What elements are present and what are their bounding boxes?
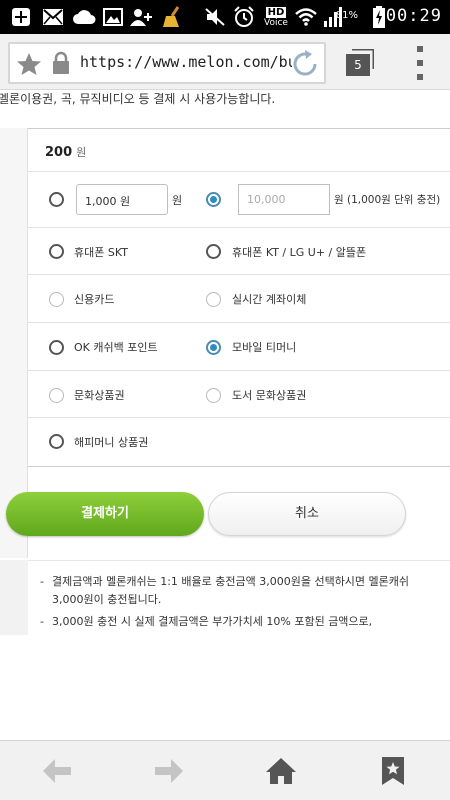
custom-amount-input[interactable]: 1,000 원 — [76, 184, 168, 215]
method-row: 휴대폰 SKT 휴대폰 KT / LG U+ / 알뜰폰 — [28, 228, 450, 275]
bullet: - — [40, 615, 44, 628]
add-user-icon — [130, 6, 154, 28]
cloud-icon — [72, 6, 96, 28]
hd-label: HD — [265, 6, 287, 18]
bookmarks-icon[interactable] — [376, 755, 410, 787]
method-label-book-voucher[interactable]: 도서 문화상품권 — [232, 387, 306, 403]
amount-value: 200 — [45, 145, 73, 160]
charge-amount-row: 1,000 원 원 10,000 원 (1,000원 단위 충전) — [28, 172, 450, 228]
usage-note: 멜론이용권, 곡, 뮤직비디오 등 결제 시 사용가능합니다. — [0, 92, 276, 106]
radio-kt-lg[interactable] — [206, 244, 221, 259]
method-label-credit-card[interactable]: 신용카드 — [74, 291, 114, 307]
method-row: 신용카드 실시간 계좌이체 — [28, 275, 450, 323]
method-label-mobile-tmoney[interactable]: 모바일 티머니 — [232, 339, 296, 355]
battery-percent: 81% — [335, 10, 358, 21]
custom-amount-unit: 원 — [172, 194, 183, 207]
home-icon[interactable] — [264, 755, 298, 787]
preset-amount-suffix: 원 (1,000원 단위 충전) — [334, 194, 441, 206]
lock-icon — [52, 51, 70, 79]
broom-icon — [160, 6, 184, 28]
divider — [28, 560, 450, 561]
method-label-happymoney[interactable]: 해피머니 상품권 — [74, 434, 148, 450]
method-label-kt-lg[interactable]: 휴대폰 KT / LG U+ / 알뜰폰 — [232, 244, 366, 260]
note-item: - 3,000원 충전 시 실제 결제금액은 부가가치세 10% 포함된 금액으… — [40, 613, 440, 631]
notes-section: - 결제금액과 멜론캐쉬는 1:1 배율로 충전금액 3,000원을 선택하시면… — [0, 560, 450, 635]
note-text: 결제금액과 멜론캐쉬는 1:1 배율로 충전금액 3,000원을 선택하시면 멜… — [52, 575, 410, 606]
voice-label: Voice — [264, 17, 288, 28]
notes-label-column — [0, 560, 28, 635]
preset-amount-input[interactable]: 10,000 — [238, 184, 330, 215]
radio-ok-cashbag[interactable] — [49, 340, 64, 355]
mute-icon — [204, 6, 226, 28]
note-text: 3,000원 충전 시 실제 결제금액은 부가가치세 10% 포함된 금액으로, — [52, 615, 373, 628]
method-row: 문화상품권 도서 문화상품권 — [28, 371, 450, 418]
plus-icon — [10, 6, 32, 28]
payment-page: 멜론이용권, 곡, 뮤직비디오 등 결제 시 사용가능합니다. 200 원 1,0… — [0, 90, 450, 740]
radio-mobile-tmoney[interactable] — [206, 340, 221, 355]
radio-happymoney[interactable] — [49, 434, 64, 449]
radio-custom-amount[interactable] — [49, 192, 64, 207]
wifi-icon — [294, 6, 318, 28]
alarm-icon — [233, 6, 255, 28]
method-row: 해피머니 상품권 — [28, 418, 450, 467]
bookmark-star-icon[interactable] — [16, 52, 42, 80]
amount-row: 200 원 — [28, 129, 450, 172]
method-label-ok-cashbag[interactable]: OK 캐쉬백 포인트 — [74, 339, 158, 355]
menu-icon[interactable] — [414, 46, 426, 80]
method-row: OK 캐쉬백 포인트 모바일 티머니 — [28, 323, 450, 371]
bullet: - — [40, 575, 44, 588]
pay-button[interactable]: 결제하기 — [6, 492, 204, 536]
url-text[interactable]: https://www.melon.com/buy/ — [80, 53, 292, 71]
radio-bank-transfer[interactable] — [206, 292, 221, 307]
status-bar: HD Voice 81% 00:29 — [0, 0, 450, 34]
payment-amount: 200 원 — [45, 144, 86, 160]
method-label-culture-voucher[interactable]: 문화상품권 — [74, 387, 125, 403]
method-label-skt[interactable]: 휴대폰 SKT — [74, 244, 128, 260]
radio-preset-amount[interactable] — [206, 192, 221, 207]
amount-unit: 원 — [76, 146, 87, 159]
forward-arrow-icon[interactable] — [152, 755, 186, 787]
mail-icon — [42, 6, 64, 28]
radio-skt[interactable] — [49, 244, 64, 259]
method-label-bank-transfer[interactable]: 실시간 계좌이체 — [232, 291, 306, 307]
bottom-nav — [0, 740, 450, 800]
tab-count[interactable]: 5 — [346, 54, 370, 76]
cancel-button[interactable]: 취소 — [208, 492, 406, 536]
reload-icon[interactable] — [290, 49, 320, 83]
browser-toolbar: https://www.melon.com/buy/ 5 — [0, 34, 450, 90]
address-bar[interactable]: https://www.melon.com/buy/ — [8, 42, 326, 84]
image-icon — [102, 6, 124, 28]
clock: 00:29 — [385, 6, 442, 26]
radio-book-voucher[interactable] — [206, 388, 221, 403]
hd-voice-icon: HD Voice — [261, 6, 291, 28]
radio-culture-voucher[interactable] — [49, 388, 64, 403]
note-item: - 결제금액과 멜론캐쉬는 1:1 배율로 충전금액 3,000원을 선택하시면… — [40, 573, 440, 609]
radio-credit-card[interactable] — [49, 292, 64, 307]
back-arrow-icon[interactable] — [40, 755, 74, 787]
battery-charging-icon — [372, 6, 386, 28]
